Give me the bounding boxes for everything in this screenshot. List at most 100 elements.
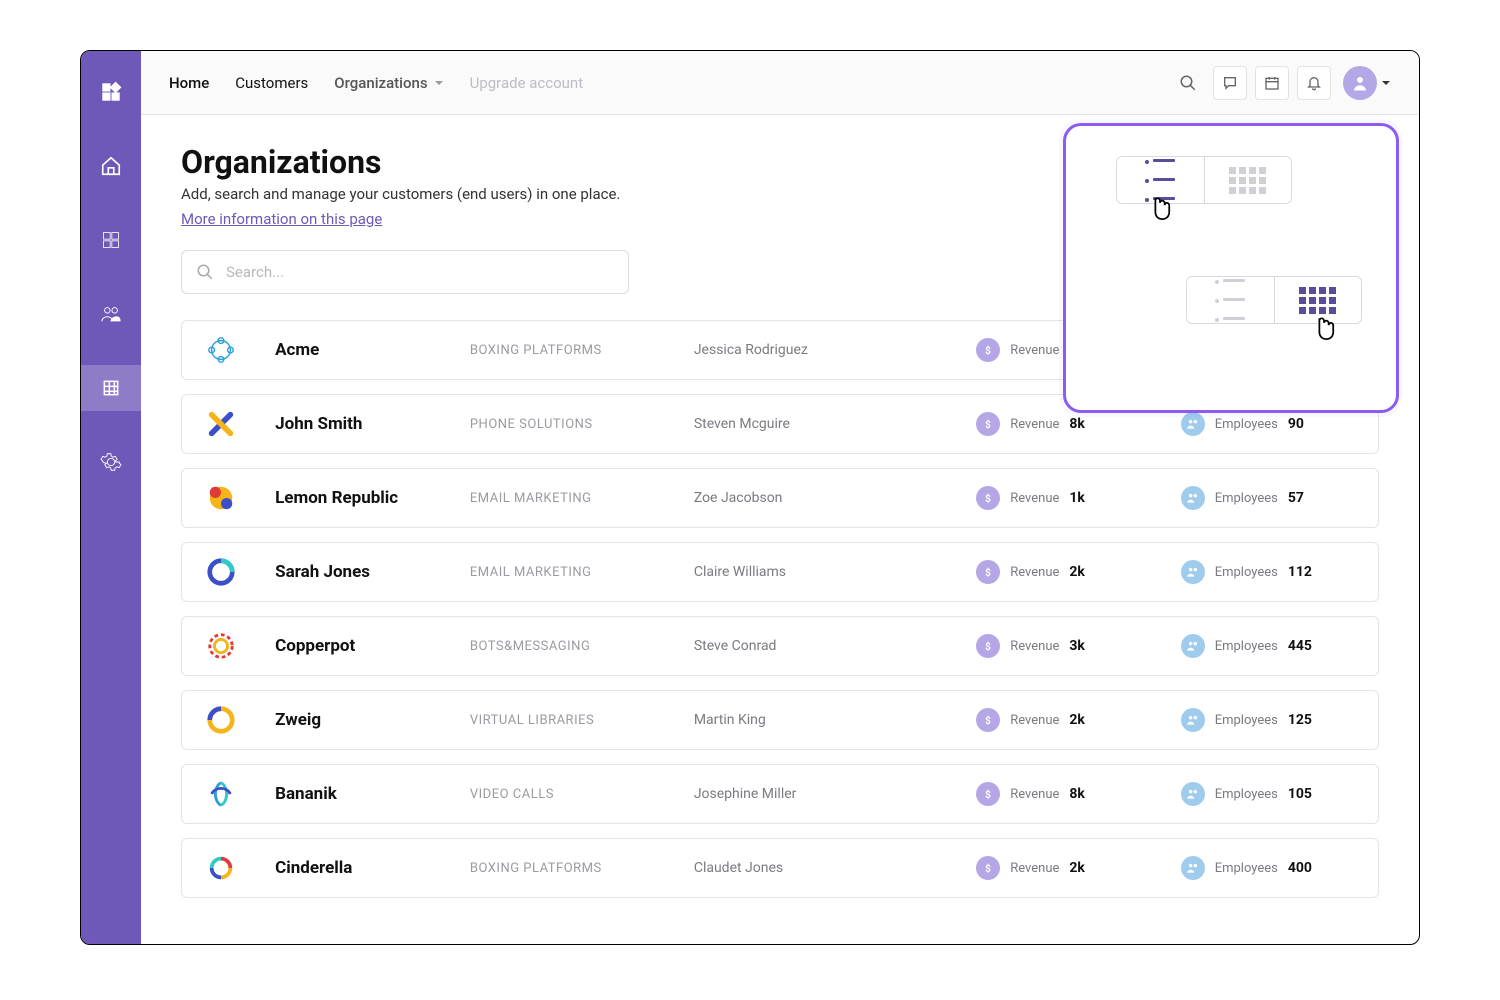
org-contact: Martin King [694, 712, 976, 728]
org-industry: VIRTUAL LIBRARIES [470, 713, 694, 728]
org-employees: Employees 57 [1181, 486, 1356, 510]
org-revenue: $ Revenue 2k [976, 560, 1181, 584]
organization-row[interactable]: Cinderella BOXING PLATFORMS Claudet Jone… [181, 838, 1379, 898]
org-contact: Zoe Jacobson [694, 490, 976, 506]
revenue-label: Revenue [1010, 861, 1059, 876]
org-contact: Steve Conrad [694, 638, 976, 654]
breadcrumb-customers[interactable]: Customers [235, 74, 308, 92]
dollar-icon: $ [976, 856, 1000, 880]
org-logo [204, 407, 237, 441]
dollar-icon: $ [976, 782, 1000, 806]
pointer-icon [1146, 196, 1174, 226]
people-icon [1181, 708, 1205, 732]
org-industry: EMAIL MARKETING [470, 565, 694, 580]
search-input[interactable] [226, 263, 614, 281]
org-industry: VIDEO CALLS [470, 787, 694, 802]
revenue-value: 8k [1069, 786, 1085, 802]
org-industry: PHONE SOLUTIONS [470, 417, 694, 432]
grid-icon [1229, 167, 1266, 194]
org-name: Cinderella [275, 858, 470, 878]
employees-value: 400 [1288, 860, 1312, 876]
org-employees: Employees 445 [1181, 634, 1356, 658]
org-revenue: $ Revenue 2k [976, 856, 1181, 880]
org-logo [204, 629, 237, 663]
sidebar-customers[interactable] [81, 291, 141, 337]
org-employees: Employees 105 [1181, 782, 1356, 806]
org-employees: Employees 90 [1181, 412, 1356, 436]
revenue-value: 2k [1069, 860, 1085, 876]
sidebar-dashboard[interactable] [81, 217, 141, 263]
org-contact: Josephine Miller [694, 786, 976, 802]
revenue-label: Revenue [1010, 491, 1059, 506]
view-toggle-callout [1063, 123, 1399, 413]
org-contact: Claire Williams [694, 564, 976, 580]
employees-value: 105 [1288, 786, 1312, 802]
org-revenue: $ Revenue 8k [976, 412, 1181, 436]
dollar-icon: $ [976, 708, 1000, 732]
org-employees: Employees 400 [1181, 856, 1356, 880]
svg-text:$: $ [985, 492, 991, 504]
organization-row[interactable]: Copperpot BOTS&MESSAGING Steve Conrad $ … [181, 616, 1379, 676]
employees-label: Employees [1215, 713, 1278, 728]
svg-text:$: $ [985, 566, 991, 578]
search-button[interactable] [1171, 66, 1205, 100]
notifications-button[interactable] [1297, 66, 1331, 100]
svg-text:$: $ [985, 862, 991, 874]
organization-row[interactable]: Bananik VIDEO CALLS Josephine Miller $ R… [181, 764, 1379, 824]
upgrade-link[interactable]: Upgrade account [470, 74, 584, 92]
user-menu-caret-icon[interactable] [1381, 78, 1391, 88]
revenue-value: 2k [1069, 712, 1085, 728]
sidebar-logo[interactable] [81, 69, 141, 115]
pointer-icon [1310, 316, 1338, 346]
svg-text:$: $ [985, 714, 991, 726]
revenue-label: Revenue [1010, 787, 1059, 802]
breadcrumb-organizations[interactable]: Organizations [334, 74, 443, 92]
user-avatar[interactable] [1343, 66, 1377, 100]
revenue-label: Revenue [1010, 417, 1059, 432]
chat-button[interactable] [1213, 66, 1247, 100]
dollar-icon: $ [976, 338, 1000, 362]
revenue-label: Revenue [1010, 343, 1059, 358]
employees-value: 90 [1288, 416, 1304, 432]
org-name: Lemon Republic [275, 488, 470, 508]
employees-label: Employees [1215, 565, 1278, 580]
sidebar-settings[interactable] [81, 439, 141, 485]
organization-row[interactable]: Lemon Republic EMAIL MARKETING Zoe Jacob… [181, 468, 1379, 528]
org-logo [204, 851, 237, 885]
sidebar [81, 51, 141, 944]
svg-text:$: $ [985, 788, 991, 800]
svg-text:$: $ [985, 640, 991, 652]
calendar-button[interactable] [1255, 66, 1289, 100]
more-info-link[interactable]: More information on this page [181, 210, 382, 228]
people-icon [1181, 560, 1205, 584]
employees-value: 57 [1288, 490, 1304, 506]
org-employees: Employees 125 [1181, 708, 1356, 732]
org-name: Bananik [275, 784, 470, 804]
search-box[interactable] [181, 250, 629, 294]
org-name: Acme [275, 340, 470, 360]
people-icon [1181, 486, 1205, 510]
grid-icon [1299, 287, 1336, 314]
employees-value: 445 [1288, 638, 1312, 654]
employees-label: Employees [1215, 861, 1278, 876]
sidebar-organizations[interactable] [81, 365, 141, 411]
org-revenue: $ Revenue 1k [976, 486, 1181, 510]
people-icon [1181, 856, 1205, 880]
dollar-icon: $ [976, 412, 1000, 436]
employees-label: Employees [1215, 491, 1278, 506]
view-toggle-list-active[interactable] [1116, 156, 1292, 204]
org-revenue: $ Revenue 2k [976, 708, 1181, 732]
chevron-down-icon [434, 78, 444, 88]
revenue-value: 3k [1069, 638, 1085, 654]
people-icon [1181, 634, 1205, 658]
breadcrumb-home[interactable]: Home [169, 74, 209, 92]
organization-row[interactable]: Zweig VIRTUAL LIBRARIES Martin King $ Re… [181, 690, 1379, 750]
search-icon [1179, 74, 1197, 92]
revenue-value: 8k [1069, 416, 1085, 432]
user-icon [1351, 74, 1369, 92]
org-industry: EMAIL MARKETING [470, 491, 694, 506]
sidebar-home[interactable] [81, 143, 141, 189]
organization-row[interactable]: Sarah Jones EMAIL MARKETING Claire Willi… [181, 542, 1379, 602]
topbar: Home Customers Organizations Upgrade acc… [141, 51, 1419, 115]
people-icon [1181, 412, 1205, 436]
